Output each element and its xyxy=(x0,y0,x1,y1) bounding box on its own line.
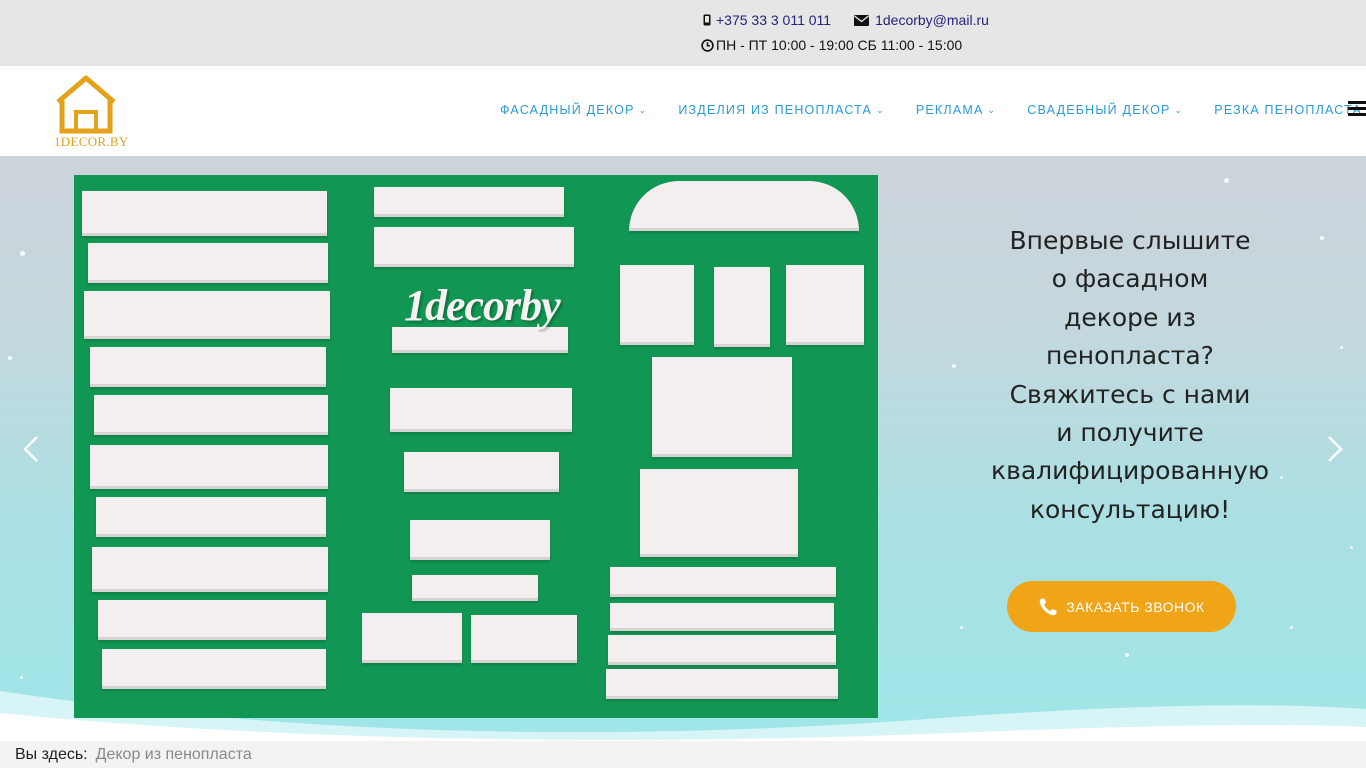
chevron-down-icon: ⌄ xyxy=(1174,104,1184,115)
nav-item-wedding-decor[interactable]: Свадебный декор ⌄ xyxy=(1027,103,1183,117)
photo-brand-text: 1decorby xyxy=(404,281,561,330)
hero-line: Свяжитесь с нами xyxy=(1009,379,1251,409)
hero-line: Впервые слышите xyxy=(1009,226,1251,255)
nav-item-facade-decor[interactable]: Фасадный декор ⌄ xyxy=(500,103,647,117)
order-call-label: ЗАКАЗАТЬ ЗВОНОК xyxy=(1066,598,1205,615)
clock-icon xyxy=(700,38,714,52)
sparkle-dot xyxy=(1290,626,1293,629)
nav-item-label: Фасадный декор xyxy=(500,103,635,117)
hero-line: консультацию! xyxy=(1029,494,1231,524)
hero-slider: 1decorby Впервые слышите о фасадном деко… xyxy=(0,156,1366,741)
main-nav: Фасадный декор ⌄ Изделия из пенопласта ⌄ Р… xyxy=(500,103,1366,117)
logo-text: 1DECOR.BY xyxy=(54,134,129,149)
chevron-down-icon: ⌄ xyxy=(876,104,885,115)
breadcrumb-label: Вы здесь: xyxy=(15,745,88,763)
mobile-phone-icon xyxy=(700,13,714,27)
envelope-icon xyxy=(853,13,869,27)
nav-item-advertising[interactable]: Реклама ⌄ xyxy=(916,103,996,117)
sparkle-dot xyxy=(20,251,25,256)
nav-item-label: Резка пенопласта xyxy=(1214,103,1363,117)
phone-icon xyxy=(1040,598,1057,615)
breadcrumb: Вы здесь: Декор из пенопласта xyxy=(0,741,1366,768)
sparkle-dot xyxy=(8,356,12,360)
chevron-down-icon: ⌄ xyxy=(638,104,648,115)
sparkle-dot xyxy=(1340,346,1343,349)
working-hours: ПН - ПТ 10:00 - 19:00 СБ 11:00 - 15:00 xyxy=(716,37,963,53)
nav-item-foam-products[interactable]: Изделия из пенопласта ⌄ xyxy=(678,103,884,117)
nav-item-label: Изделия из пенопласта xyxy=(678,103,873,117)
top-info-bar: +375 33 3 011 011 1decorby@mail.ru ПН - … xyxy=(0,0,1366,66)
sparkle-dot xyxy=(1320,236,1324,240)
nav-item-foam-cutting[interactable]: Резка пенопласта xyxy=(1214,103,1362,117)
hero-headline: Впервые слышите о фасадном декоре из пен… xyxy=(980,222,1280,529)
phone-link[interactable]: +375 33 3 011 011 xyxy=(716,12,831,28)
nav-item-label: Реклама xyxy=(915,103,984,117)
sparkle-dot xyxy=(1280,476,1283,479)
order-call-button[interactable]: ЗАКАЗАТЬ ЗВОНОК xyxy=(1007,581,1236,632)
house-logo-icon xyxy=(56,75,116,134)
hero-line: квалифицированную xyxy=(990,456,1269,486)
hero-line: декоре из xyxy=(1064,302,1196,332)
sparkle-dot xyxy=(1224,178,1229,183)
menu-hamburger-icon[interactable] xyxy=(1348,101,1366,117)
hero-photo: 1decorby xyxy=(74,175,878,718)
hours-row: ПН - ПТ 10:00 - 19:00 СБ 11:00 - 15:00 xyxy=(700,36,962,54)
chevron-down-icon: ⌄ xyxy=(987,104,997,115)
hero-line: пенопласта? xyxy=(1046,341,1214,371)
email-group: 1decorby@mail.ru xyxy=(853,12,989,28)
sparkle-dot xyxy=(1350,546,1353,549)
hero-line: и получите xyxy=(1056,418,1204,448)
breadcrumb-current: Декор из пенопласта xyxy=(95,745,252,763)
slider-prev-arrow-icon[interactable] xyxy=(20,434,42,464)
sparkle-dot xyxy=(952,364,956,368)
slider-next-arrow-icon[interactable] xyxy=(1324,434,1346,464)
hero-line: о фасадном xyxy=(1051,264,1209,294)
site-header: 1DECOR.BY Фасадный декор ⌄ Изделия из пен… xyxy=(0,66,1366,156)
nav-item-label: Свадебный декор xyxy=(1027,103,1171,117)
email-link[interactable]: 1decorby@mail.ru xyxy=(875,12,989,28)
sparkle-dot xyxy=(960,626,963,629)
contacts-row: +375 33 3 011 011 1decorby@mail.ru xyxy=(700,11,989,29)
sparkle-dot xyxy=(1125,653,1129,657)
